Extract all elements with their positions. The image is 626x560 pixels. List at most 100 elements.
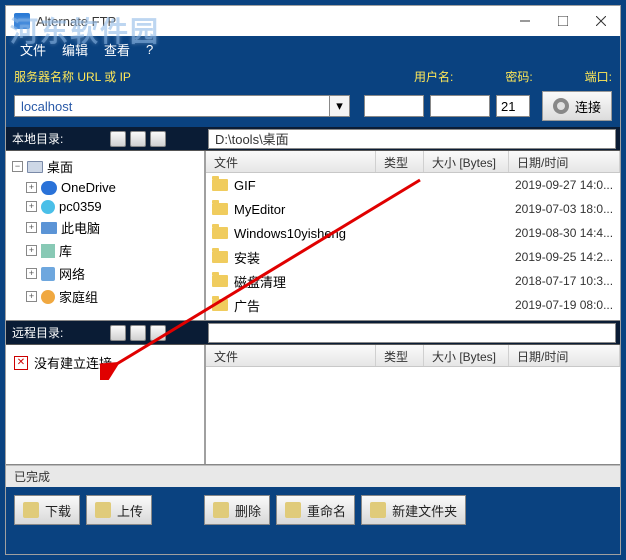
maximize-button[interactable] <box>544 7 582 35</box>
newfolder-button[interactable]: 新建文件夹 <box>361 495 466 525</box>
file-name: 广告 <box>234 296 260 315</box>
tree-label: 网络 <box>59 264 85 283</box>
expand-icon[interactable]: + <box>26 245 37 256</box>
btn-label: 重命名 <box>307 501 346 520</box>
network-icon <box>41 267 55 281</box>
hd-type[interactable]: 类型 <box>376 151 424 172</box>
chevron-down-icon[interactable]: ▾ <box>330 95 350 117</box>
library-icon <box>41 244 55 258</box>
connection-inputs: ▾ 连接 <box>6 91 620 127</box>
user-input[interactable] <box>364 95 424 117</box>
folder-icon <box>212 251 228 263</box>
tree-item-homegroup[interactable]: +家庭组 <box>10 285 200 308</box>
list-item[interactable]: Windows10yisheng 2019-08-30 14:4... <box>206 221 620 245</box>
file-name: MyEditor <box>234 202 285 217</box>
collapse-icon[interactable]: − <box>12 161 23 172</box>
list-item[interactable]: MyEditor2019-07-03 18:0... <box>206 197 620 221</box>
up-icon[interactable] <box>130 131 146 147</box>
hd-date[interactable]: 日期/时间 <box>509 345 620 366</box>
server-label: 服务器名称 URL 或 IP <box>14 68 131 85</box>
user-label: 用户名: <box>414 68 453 85</box>
home-icon[interactable] <box>110 131 126 147</box>
folder-icon <box>212 227 228 239</box>
list-item[interactable]: 磁盘清理2018-07-17 10:3... <box>206 269 620 293</box>
hd-type[interactable]: 类型 <box>376 345 424 366</box>
remote-headers: 文件 类型 大小 [Bytes] 日期/时间 <box>206 345 620 367</box>
hd-file[interactable]: 文件 <box>206 345 376 366</box>
server-input[interactable] <box>14 95 330 117</box>
upload-button[interactable]: 上传 <box>86 495 152 525</box>
rename-button[interactable]: 重命名 <box>276 495 355 525</box>
btn-label: 下载 <box>45 501 71 520</box>
delete-button[interactable]: 删除 <box>204 495 270 525</box>
menu-edit[interactable]: 编辑 <box>56 38 94 61</box>
expand-icon[interactable]: + <box>26 182 37 193</box>
list-item[interactable]: GIF2019-09-27 14:0... <box>206 173 620 197</box>
pass-input[interactable] <box>430 95 490 117</box>
app-window: Alternate FTP 文件 编辑 查看 ? 服务器名称 URL 或 IP … <box>5 5 621 555</box>
tree-item-onedrive[interactable]: + OneDrive <box>10 178 200 197</box>
file-name: GIF <box>234 178 256 193</box>
port-input[interactable] <box>496 95 530 117</box>
tree-label: 此电脑 <box>61 218 100 237</box>
server-dropdown[interactable]: ▾ <box>14 95 350 117</box>
list-item[interactable]: 广告2019-07-19 08:0... <box>206 293 620 317</box>
home-icon[interactable] <box>110 325 126 341</box>
app-icon <box>14 13 30 29</box>
tree-item-network[interactable]: + 网络 <box>10 262 200 285</box>
list-item[interactable]: 安装 2019-09-25 14:2... <box>206 245 620 269</box>
error-text: 没有建立连接 <box>34 353 112 372</box>
up-icon[interactable] <box>130 325 146 341</box>
folder-icon <box>212 203 228 215</box>
refresh-icon[interactable] <box>150 131 166 147</box>
file-name: Windows10yisheng <box>234 226 346 241</box>
file-date: 2019-09-25 14:2... <box>509 250 620 264</box>
folder-icon <box>212 275 228 287</box>
close-button[interactable] <box>582 7 620 35</box>
gear-icon <box>553 98 569 114</box>
download-button[interactable]: 下载 <box>14 495 80 525</box>
local-list[interactable]: 文件 类型 大小 [Bytes] 日期/时间 GIF2019-09-27 14:… <box>206 151 620 320</box>
tree-label: pc0359 <box>59 199 102 214</box>
refresh-icon[interactable] <box>150 325 166 341</box>
remote-dir-row: 远程目录: <box>6 321 620 345</box>
local-path-input[interactable] <box>208 129 616 149</box>
local-dir-row: 本地目录: <box>6 127 620 151</box>
menu-file[interactable]: 文件 <box>14 38 52 61</box>
remote-list[interactable]: 文件 类型 大小 [Bytes] 日期/时间 <box>206 345 620 464</box>
newfolder-icon <box>370 502 386 518</box>
menu-view[interactable]: 查看 <box>98 38 136 61</box>
expand-icon[interactable]: + <box>26 201 37 212</box>
remote-tree[interactable]: ✕ 没有建立连接 <box>6 345 206 464</box>
hd-file[interactable]: 文件 <box>206 151 376 172</box>
minimize-button[interactable] <box>506 7 544 35</box>
download-icon <box>23 502 39 518</box>
file-name: 安装 <box>234 248 260 267</box>
local-tree[interactable]: − 桌面 +OneDrive +pc0359 +此电脑 +库 +网络 +家庭组 <box>6 151 206 320</box>
port-label: 端口: <box>585 68 612 85</box>
tree-label: 库 <box>59 241 72 260</box>
hd-size[interactable]: 大小 [Bytes] <box>424 345 509 366</box>
tree-item-library[interactable]: +库 <box>10 239 200 262</box>
hd-date[interactable]: 日期/时间 <box>509 151 620 172</box>
desktop-icon <box>27 161 43 173</box>
upload-icon <box>95 502 111 518</box>
window-title: Alternate FTP <box>36 14 506 29</box>
status-bar: 已完成 <box>6 465 620 487</box>
file-date: 2019-08-30 14:4... <box>509 226 620 240</box>
tree-root[interactable]: − 桌面 <box>10 155 200 178</box>
tree-item-thispc[interactable]: + 此电脑 <box>10 216 200 239</box>
menu-help[interactable]: ? <box>140 40 159 59</box>
local-headers: 文件 类型 大小 [Bytes] 日期/时间 <box>206 151 620 173</box>
tree-item-user[interactable]: + pc0359 <box>10 197 200 216</box>
file-date: 2018-07-17 10:3... <box>509 274 620 288</box>
expand-icon[interactable]: + <box>26 268 37 279</box>
remote-path-input[interactable] <box>208 323 616 343</box>
expand-icon[interactable]: + <box>26 291 37 302</box>
cloud-icon <box>41 181 57 195</box>
connect-button[interactable]: 连接 <box>542 91 612 121</box>
hd-size[interactable]: 大小 [Bytes] <box>424 151 509 172</box>
titlebar: Alternate FTP <box>6 6 620 36</box>
expand-icon[interactable]: + <box>26 222 37 233</box>
tree-label: OneDrive <box>61 180 116 195</box>
